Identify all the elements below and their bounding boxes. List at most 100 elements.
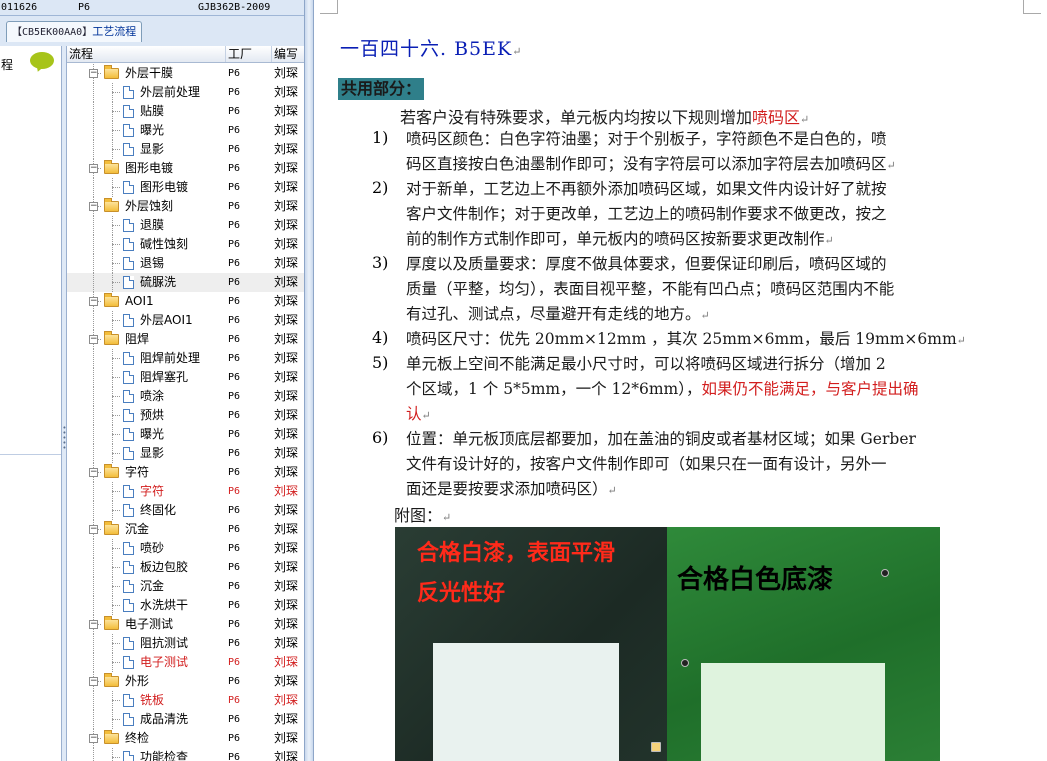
tree-connector [93,235,94,254]
list-item-text: 有过孔、测试点，尽量避开有走线的地方。 [406,305,701,323]
tree-item-row[interactable]: 阻焊塞孔 P6 刘琛 [67,368,304,387]
document-icon [123,257,134,270]
tree-item-factory: P6 [228,619,241,630]
collapse-toggle-icon[interactable]: − [89,202,98,211]
tree-item-row[interactable]: 预烘 P6 刘琛 [67,406,304,425]
column-header-process[interactable]: 流程 [67,46,225,62]
paragraph-mark: ↵ [886,159,896,172]
tree-item-label: 电子测试 [125,617,174,631]
collapse-toggle-icon[interactable]: − [89,69,98,78]
tree-item-label: 终固化 [140,503,177,517]
list-item: 喷码区颜色：白色字符油墨；对于个别板子，字符颜色不是白色的，喷 码区直接按白色油墨… [406,127,1006,178]
tree-item-row[interactable]: 喷涂 P6 刘琛 [67,387,304,406]
document-icon [123,561,134,574]
tree-item-row[interactable]: 功能检查 P6 刘琛 [67,748,304,761]
tree-folder-row[interactable]: − AOI1 P6 刘琛 [67,292,304,311]
tree-item-row[interactable]: 贴膜 P6 刘琛 [67,102,304,121]
tree-item-label: 功能检查 [140,750,189,761]
document-icon [123,447,134,460]
list-item-text: 客户文件制作；对于更改单，工艺边上的喷码制作要求不做更改，按之 [406,205,887,223]
list-item-number: 5) [372,353,389,372]
tree-item-label: 硫脲洗 [140,275,177,289]
collapse-toggle-icon[interactable]: − [89,677,98,686]
list-item-line: 码区直接按白色油墨制作即可；没有字符层可以添加字符层去加喷码区↵ [406,152,1006,178]
tree-folder-row[interactable]: − 图形电镀 P6 刘琛 [67,159,304,178]
collapse-toggle-icon[interactable]: − [89,164,98,173]
document-icon [123,124,134,137]
tree-connector [93,482,94,501]
process-app-window: 011626 P6 GJB362B-2009 【CB5EK00AA0】工艺流程 … [0,0,304,761]
document-icon [123,751,134,761]
tree-item-row[interactable]: 板边包胶 P6 刘琛 [67,558,304,577]
tree-item-row[interactable]: 沉金 P6 刘琛 [67,577,304,596]
tab-process-flow[interactable]: 【CB5EK00AA0】工艺流程 [6,21,143,42]
tree-item-row[interactable]: 曝光 P6 刘琛 [67,425,304,444]
tree-item-row[interactable]: 显影 P6 刘琛 [67,444,304,463]
tree-item-row[interactable]: 成品清洗 P6 刘琛 [67,710,304,729]
tree-connector [112,434,120,435]
tree-item-label: 外层AOI1 [140,313,193,327]
tree-item-row[interactable]: 退膜 P6 刘琛 [67,216,304,235]
tree-item-editor: 刘琛 [274,427,299,441]
tree-item-row[interactable]: 喷砂 P6 刘琛 [67,539,304,558]
tree-item-editor: 刘琛 [274,332,299,346]
tree-item-row[interactable]: 显影 P6 刘琛 [67,140,304,159]
window-divider[interactable] [304,0,314,761]
tree-folder-row[interactable]: − 外层干膜 P6 刘琛 [67,64,304,83]
tree-folder-row[interactable]: − 沉金 P6 刘琛 [67,520,304,539]
tree-item-factory: P6 [228,106,241,117]
tree-connector [93,121,94,140]
tree-item-row[interactable]: 水洗烘干 P6 刘琛 [67,596,304,615]
tree-folder-row[interactable]: − 外形 P6 刘琛 [67,672,304,691]
tree-connector [112,510,120,511]
collapse-toggle-icon[interactable]: − [89,335,98,344]
tree-item-editor: 刘琛 [274,617,299,631]
collapse-toggle-icon[interactable]: − [89,734,98,743]
tree-item-row[interactable]: 外层AOI1 P6 刘琛 [67,311,304,330]
column-header-editor[interactable]: 编写 [271,46,304,62]
tree-item-row[interactable]: 电子测试 P6 刘琛 [67,653,304,672]
tree-item-editor: 刘琛 [274,85,299,99]
tree-item-factory: P6 [228,638,241,649]
list-item-text: 厚度以及质量要求：厚度不做具体要求，但要保证印刷后，喷码区域的 [406,255,887,273]
tree-folder-row[interactable]: − 终检 P6 刘琛 [67,729,304,748]
tree-folder-row[interactable]: − 阻焊 P6 刘琛 [67,330,304,349]
list-item-line: 个区域，1 个 5*5mm，一个 12*6mm），如果仍不能满足，与客户提出确 [406,377,1006,402]
tree-item-label: 电子测试 [140,655,189,669]
list-item-text: 个区域，1 个 5*5mm，一个 12*6mm）， [406,380,702,398]
tree-item-editor: 刘琛 [274,655,299,669]
appendix-label-text: 附图： [394,506,443,525]
tree-item-row[interactable]: 外层前处理 P6 刘琛 [67,83,304,102]
tree-connector [93,368,94,387]
tree-item-row[interactable]: 碱性蚀刻 P6 刘琛 [67,235,304,254]
tree-item-row[interactable]: 铣板 P6 刘琛 [67,691,304,710]
tree-item-editor: 刘琛 [274,465,299,479]
tree-item-label: 碱性蚀刻 [140,237,189,251]
collapse-toggle-icon[interactable]: − [89,297,98,306]
photo-caption-left-2: 反光性好 [417,581,506,606]
tree-connector [112,225,120,226]
tree-item-factory: P6 [228,448,241,459]
tree-item-row[interactable]: 字符 P6 刘琛 [67,482,304,501]
collapse-toggle-icon[interactable]: − [89,620,98,629]
tree-item-editor: 刘琛 [274,693,299,707]
tree-folder-row[interactable]: − 字符 P6 刘琛 [67,463,304,482]
folder-icon [104,616,119,630]
chat-bubble-icon[interactable] [30,52,54,69]
collapse-toggle-icon[interactable]: − [89,525,98,534]
tree-item-row[interactable]: 曝光 P6 刘琛 [67,121,304,140]
tree-folder-row[interactable]: − 电子测试 P6 刘琛 [67,615,304,634]
collapse-toggle-icon[interactable]: − [89,468,98,477]
tree-connector [93,102,94,121]
document-icon [123,352,134,365]
tree-connector [112,548,120,549]
column-header-factory[interactable]: 工厂 [225,46,271,62]
tree-item-row[interactable]: 图形电镀 P6 刘琛 [67,178,304,197]
tree-folder-row[interactable]: − 外层蚀刻 P6 刘琛 [67,197,304,216]
tree-item-row[interactable]: 退锡 P6 刘琛 [67,254,304,273]
tree-item-row[interactable]: 阻抗测试 P6 刘琛 [67,634,304,653]
tree-item-row[interactable]: 终固化 P6 刘琛 [67,501,304,520]
tree-item-row[interactable]: 硫脲洗 P6 刘琛 [67,273,304,292]
list-item-text: 质量（平整，均匀），表面目视平整，不能有凹凸点；喷码区范围内不能 [406,280,895,298]
tree-item-row[interactable]: 阻焊前处理 P6 刘琛 [67,349,304,368]
